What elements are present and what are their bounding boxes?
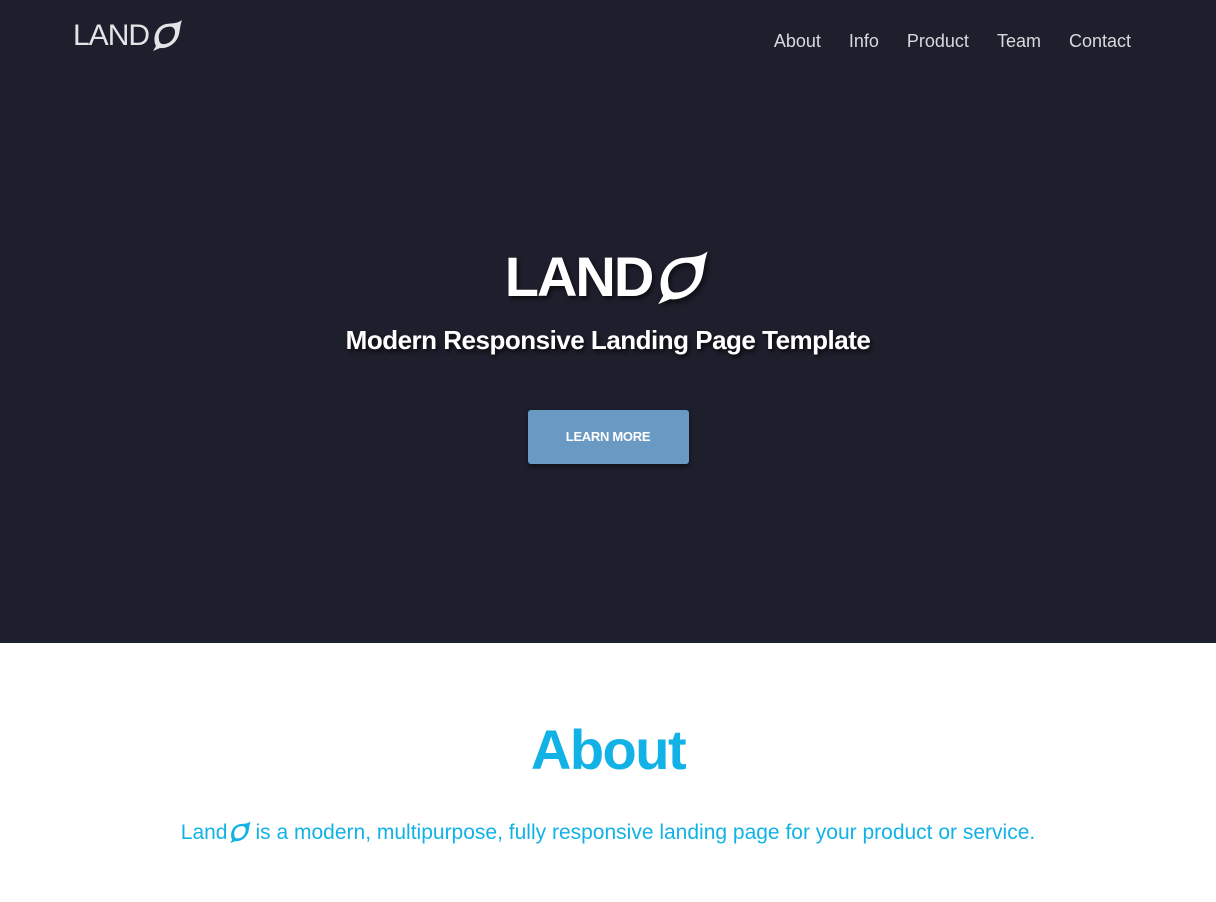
about-description-text: is a modern, multipurpose, fully respons… (255, 821, 1036, 844)
nav-links: About Info Product Team Contact (774, 29, 1131, 53)
navbar: LAND About Info Product Team Contact (0, 0, 1216, 82)
hero-section: LAND About Info Product Team Contact LAN… (0, 0, 1216, 643)
nav-logo-text: LAND (73, 19, 150, 52)
learn-more-button[interactable]: LEARN MORE (527, 410, 689, 464)
nav-link-product[interactable]: Product (907, 29, 969, 53)
logo-swoosh-o-icon (658, 251, 708, 305)
hero-logo: LAND (505, 244, 712, 310)
nav-link-about[interactable]: About (774, 29, 821, 53)
inline-logo (227, 820, 255, 846)
about-section: About Land is a modern, multipurpose, fu… (0, 643, 1216, 902)
nav-logo-link[interactable]: LAND (73, 18, 184, 54)
hero-logo-text: LAND (504, 245, 655, 308)
hero-content: LAND Modern Responsive Landing Page Temp… (0, 244, 1216, 464)
about-title: About (530, 718, 687, 781)
nav-link-team[interactable]: Team (997, 29, 1041, 53)
nav-link-info[interactable]: Info (849, 29, 879, 53)
logo-swoosh-o-icon (230, 821, 252, 844)
logo-swoosh-o-icon (153, 20, 183, 51)
hero-subtitle: Modern Responsive Landing Page Template (345, 325, 871, 355)
about-brand-text: Land (180, 821, 228, 844)
about-description: Land is a modern, multipurpose, fully re… (181, 819, 1035, 847)
nav-link-contact[interactable]: Contact (1069, 29, 1131, 53)
